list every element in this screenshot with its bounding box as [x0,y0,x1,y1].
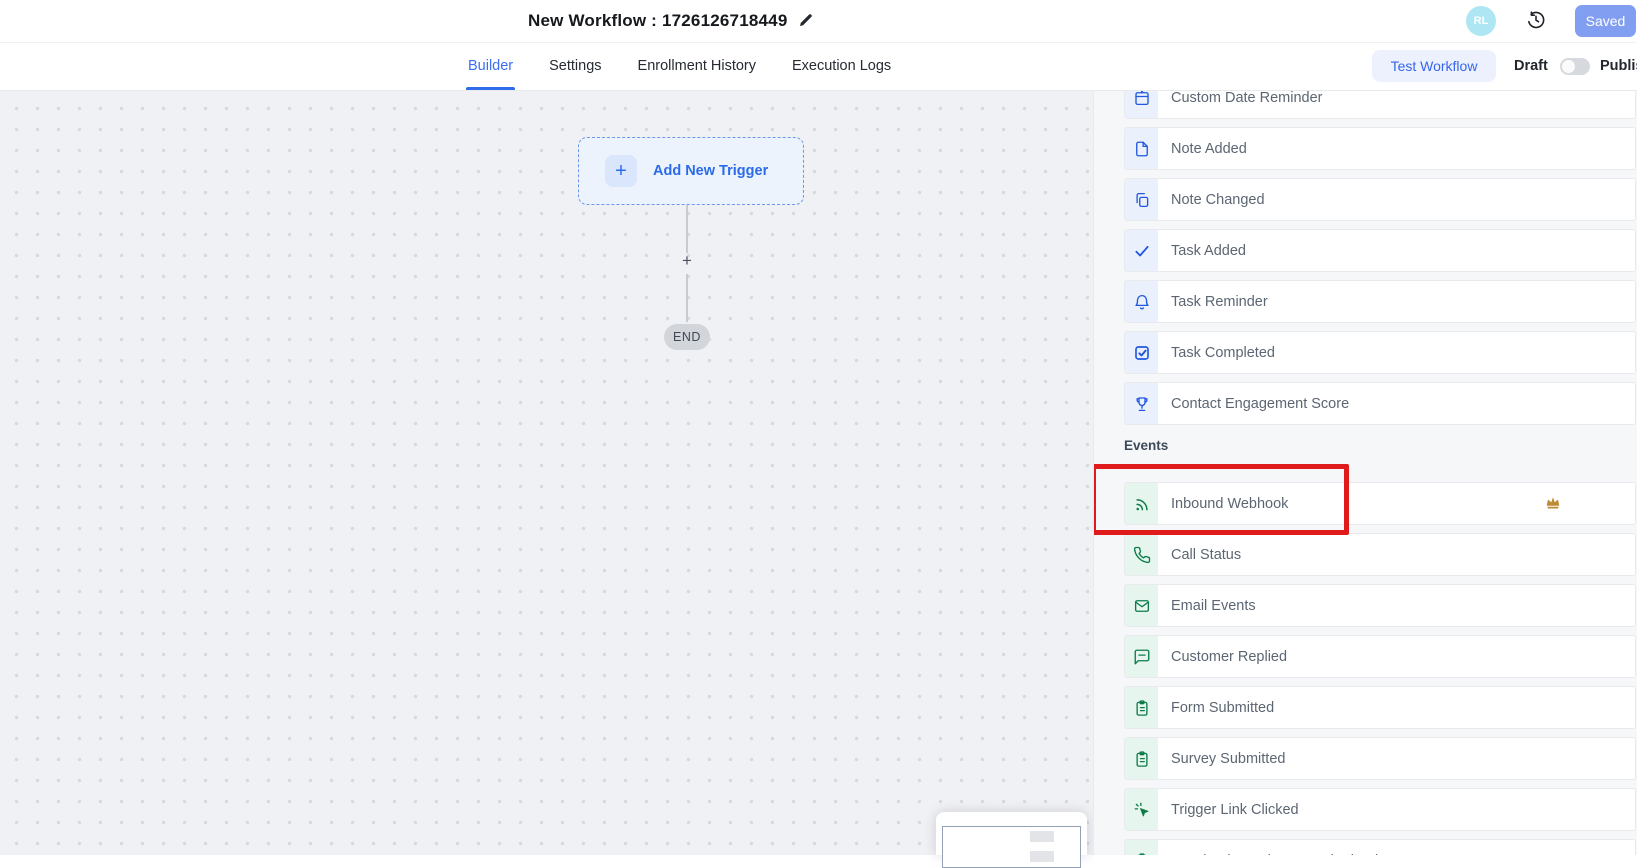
history-button[interactable] [1526,11,1546,31]
trigger-item-facebook-lead-form-submitted[interactable]: Facebook Lead Form Submitted [1124,839,1636,855]
trigger-item-label: Contact Engagement Score [1171,396,1349,412]
trigger-item-task-reminder[interactable]: Task Reminder [1124,280,1636,323]
minimap-node [1030,851,1054,862]
trigger-item-label: Call Status [1171,547,1241,563]
trigger-item-task-added[interactable]: Task Added [1124,229,1636,272]
trigger-item-note-changed[interactable]: Note Changed [1124,178,1636,221]
test-workflow-button[interactable]: Test Workflow [1372,50,1496,82]
trigger-item-label: Form Submitted [1171,700,1274,716]
trigger-item-contact-engagement-score[interactable]: Contact Engagement Score [1124,382,1636,425]
workflow-canvas[interactable]: + Add New Trigger + END [0,90,1093,855]
edit-title-button[interactable] [798,12,814,31]
saved-button[interactable]: Saved [1575,5,1636,37]
trigger-item-note-added[interactable]: Note Added [1124,127,1636,170]
events-section-header: Events [1124,438,1168,453]
add-step-plus-button[interactable]: + [679,251,695,271]
mail-icon [1125,585,1158,626]
tab-execution-logs[interactable]: Execution Logs [792,42,891,90]
page-title: New Workflow : 1726126718449 [528,11,787,31]
trigger-item-email-events[interactable]: Email Events [1124,584,1636,627]
webhook-icon [1125,483,1158,524]
tab-bar: Builder Settings Enrollment History Exec… [0,42,1637,91]
trigger-item-label: Task Completed [1171,345,1275,361]
tab-enrollment-history[interactable]: Enrollment History [638,42,756,90]
trigger-list-panel: Custom Date Reminder Note Added Note Cha… [1093,90,1637,855]
app-header: New Workflow : 1726126718449 RL Saved [0,0,1637,43]
trigger-item-label: Custom Date Reminder [1171,90,1323,106]
minimap[interactable] [936,812,1087,855]
trigger-item-label: Trigger Link Clicked [1171,802,1299,818]
connector-line [686,274,688,322]
trigger-item-label: Customer Replied [1171,649,1287,665]
draft-label: Draft [1514,42,1548,90]
trigger-item-label: Survey Submitted [1171,751,1285,767]
calendar-icon [1125,90,1158,118]
trigger-item-call-status[interactable]: Call Status [1124,533,1636,576]
trophy-icon [1125,383,1158,424]
check-icon [1125,230,1158,271]
phone-icon [1125,534,1158,575]
publish-label: Publish [1600,42,1637,90]
plus-icon: + [605,155,637,187]
minimap-node [1030,831,1054,842]
publish-toggle[interactable] [1560,58,1590,75]
tab-settings[interactable]: Settings [549,42,601,90]
trigger-item-form-submitted[interactable]: Form Submitted [1124,686,1636,729]
add-new-trigger-button[interactable]: + Add New Trigger [578,137,804,205]
premium-crown-icon [1544,493,1562,511]
end-node: END [664,324,710,350]
avatar[interactable]: RL [1466,6,1496,36]
trigger-item-label: Task Added [1171,243,1246,259]
trigger-item-label: Note Changed [1171,192,1265,208]
bell-icon [1125,281,1158,322]
cursor-click-icon [1125,789,1158,830]
pencil-icon [798,12,814,31]
copy-icon [1125,179,1158,220]
trigger-item-custom-date-reminder[interactable]: Custom Date Reminder [1124,90,1636,119]
history-clock-icon [1526,10,1546,33]
clipboard-icon [1125,687,1158,728]
trigger-item-customer-replied[interactable]: Customer Replied [1124,635,1636,678]
trigger-item-task-completed[interactable]: Task Completed [1124,331,1636,374]
trigger-item-survey-submitted[interactable]: Survey Submitted [1124,737,1636,780]
tab-builder[interactable]: Builder [468,42,513,90]
trigger-item-label: Email Events [1171,598,1256,614]
clipboard-icon [1125,738,1158,779]
note-icon [1125,128,1158,169]
checkbox-checked-icon [1125,332,1158,373]
trigger-item-label: Note Added [1171,141,1247,157]
minimap-viewport [942,826,1081,868]
trigger-item-label: Inbound Webhook [1171,496,1288,512]
trigger-item-label: Task Reminder [1171,294,1268,310]
chat-icon [1125,636,1158,677]
tabs: Builder Settings Enrollment History Exec… [468,42,891,90]
toggle-knob [1562,60,1575,73]
add-new-trigger-label: Add New Trigger [653,163,768,179]
clipboard-icon [1125,840,1158,855]
connector-line [686,205,688,253]
workflow-title-wrap: New Workflow : 1726126718449 [528,0,814,42]
trigger-item-trigger-link-clicked[interactable]: Trigger Link Clicked [1124,788,1636,831]
